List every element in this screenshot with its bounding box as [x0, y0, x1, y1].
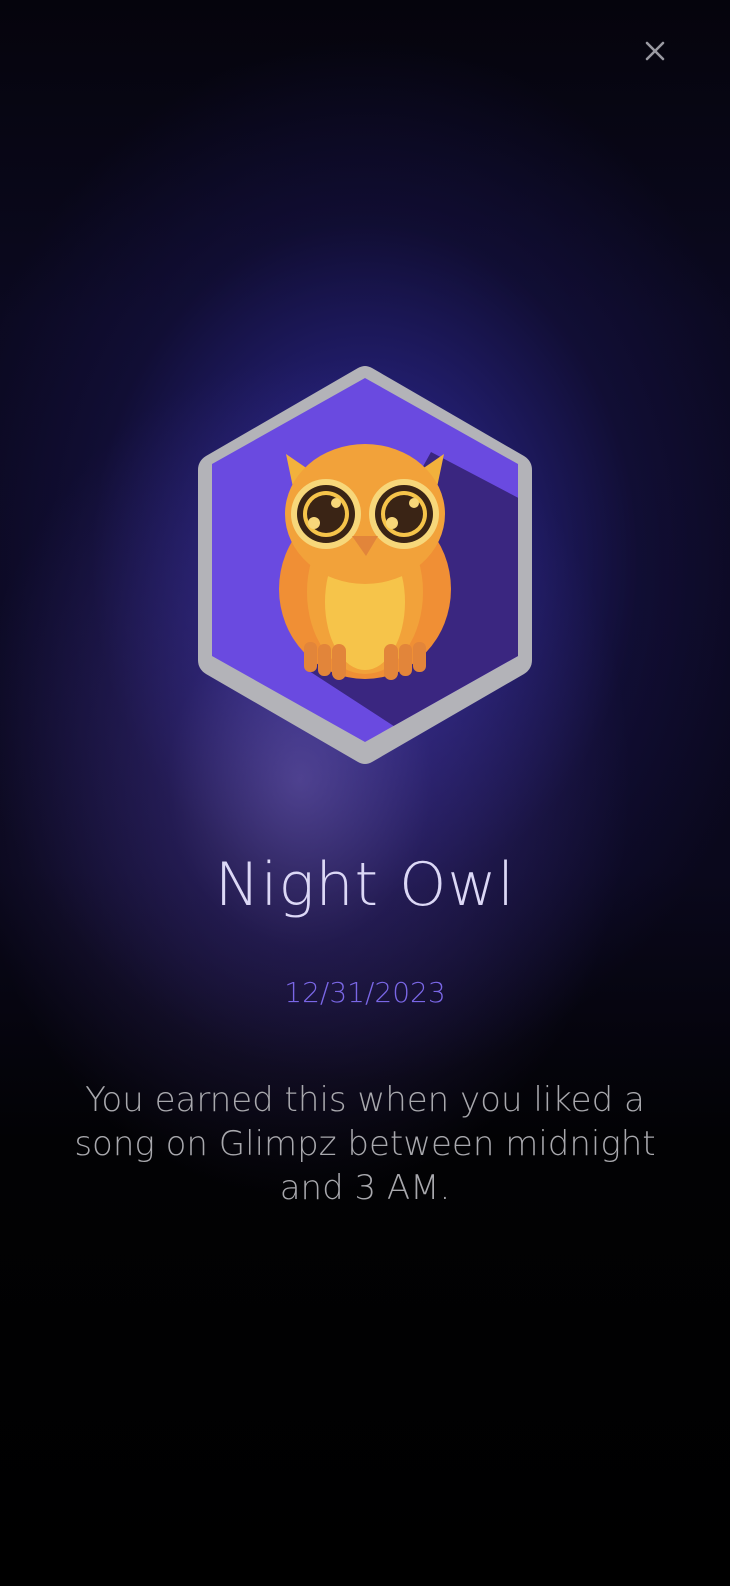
- close-icon: [645, 41, 665, 61]
- badge-title: Night Owl: [214, 850, 516, 920]
- badge-earned-date: 12/31/2023: [284, 976, 446, 1009]
- night-owl-badge-icon: [186, 364, 544, 768]
- close-button[interactable]: [638, 34, 672, 68]
- achievement-screen: Night Owl 12/31/2023 You earned this whe…: [0, 0, 730, 1586]
- badge-description: You earned this when you liked a song on…: [74, 1080, 656, 1208]
